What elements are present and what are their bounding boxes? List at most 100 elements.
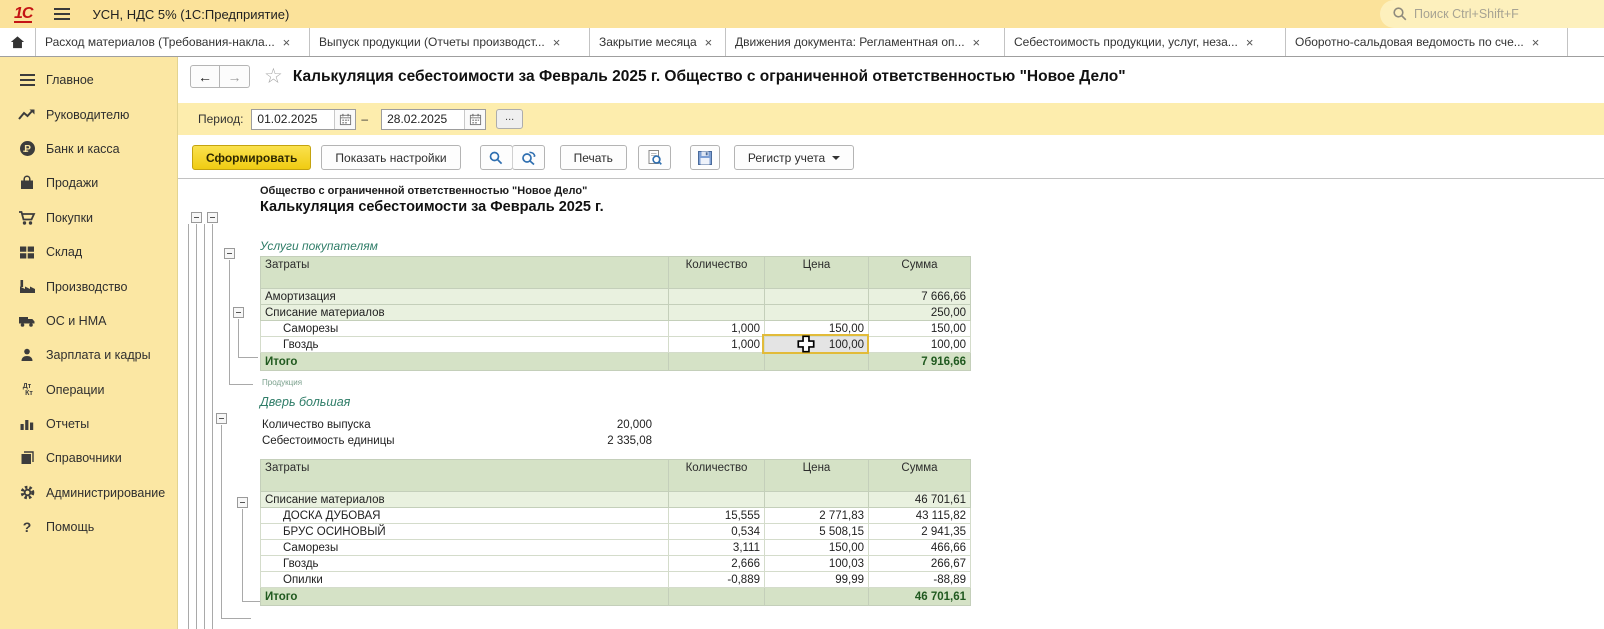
table-row[interactable]: Гвоздь 1,000 100,00 100,00 [261,337,971,353]
group-tree-line [242,509,243,601]
sales-bag-icon [17,174,37,192]
save-button[interactable] [690,145,720,170]
tab-label: Себестоимость продукции, услуг, неза... [1014,35,1238,49]
unit-cost-row: Себестоимость единицы 2 335,08 [262,435,662,447]
close-icon[interactable]: × [1532,35,1540,50]
period-to-input[interactable] [382,110,464,129]
close-icon[interactable]: × [1246,35,1254,50]
search-icon [488,150,504,166]
table-row[interactable]: Списание материалов 46 701,61 [261,492,971,508]
period-to-field[interactable] [381,109,486,130]
forward-button[interactable]: → [220,65,250,88]
tab-rashod-materialov[interactable]: Расход материалов (Требования-накла... × [36,28,310,56]
menu-lines-icon [17,71,37,89]
sidebar-item-zarplata-i-kadry[interactable]: Зарплата и кадры [0,338,177,372]
table-row[interactable]: Амортизация 7 666,66 [261,289,971,305]
svg-text:Р: Р [24,144,31,155]
table-row[interactable]: БРУС ОСИНОВЫЙ 0,534 5 508,15 2 941,35 [261,524,971,540]
period-from-field[interactable] [251,109,356,130]
period-label: Период: [198,112,243,126]
group-collapse-button[interactable] [216,413,227,424]
favorite-star-icon[interactable]: ☆ [264,66,283,87]
global-search-input[interactable]: Поиск Ctrl+Shift+F [1380,0,1604,28]
show-settings-button[interactable]: Показать настройки [321,145,460,170]
tab-label: Выпуск продукции (Отчеты производст... [319,35,545,49]
table-total-row[interactable]: Итого 46 701,61 [261,588,971,606]
table-row[interactable]: Саморезы 3,111 150,00 466,66 [261,540,971,556]
tab-sebestoimost[interactable]: Себестоимость продукции, услуг, неза... … [1005,28,1286,56]
product-cost-table: Затраты Количество Цена Сумма Списание м… [260,459,971,606]
sidebar-item-sklad[interactable]: Склад [0,235,177,269]
trend-chart-icon [17,106,37,124]
close-icon[interactable]: × [705,35,713,50]
find-next-button[interactable] [512,145,545,170]
group-tree-line [188,224,189,629]
print-button[interactable]: Печать [560,145,627,170]
report-company-name: Общество с ограниченной ответственностью… [260,185,587,197]
books-icon [17,449,37,467]
calendar-icon[interactable] [334,110,355,129]
generate-button[interactable]: Сформировать [192,145,311,170]
table-row[interactable]: Саморезы 1,000 150,00 150,00 [261,321,971,337]
table-row[interactable]: ДОСКА ДУБОВАЯ 15,555 2 771,83 43 115,82 [261,508,971,524]
group-collapse-button[interactable] [224,248,235,259]
period-more-button[interactable]: ... [496,109,523,129]
person-icon [17,346,37,364]
chevron-down-icon [832,156,840,160]
sidebar-item-spravochniki[interactable]: Справочники [0,441,177,475]
ruble-circle-icon: Р [17,140,37,158]
register-menu-button[interactable]: Регистр учета [734,145,854,170]
group-tree-line [204,224,205,629]
close-icon[interactable]: × [973,35,981,50]
sidebar-item-prodazhi[interactable]: Продажи [0,166,177,200]
shopping-cart-icon [17,209,37,227]
group-collapse-button[interactable] [237,497,248,508]
group-title-services: Услуги покупателям [260,239,378,253]
sidebar-item-administrirovanie[interactable]: Администрирование [0,476,177,510]
home-tab[interactable] [0,28,36,56]
sidebar-item-glavnoe[interactable]: Главное [0,63,177,97]
tab-label: Расход материалов (Требования-накла... [45,35,275,49]
group-tree-line [221,618,251,619]
table-total-row[interactable]: Итого 7 916,66 [261,353,971,371]
back-button[interactable]: ← [190,65,220,88]
sidebar-item-pokupki[interactable]: Покупки [0,201,177,235]
table-row[interactable]: Списание материалов 250,00 [261,305,971,321]
warehouse-icon [17,243,37,261]
sidebar-item-otchety[interactable]: Отчеты [0,407,177,441]
table-row[interactable]: Гвоздь 2,666 100,03 266,67 [261,556,971,572]
table-row[interactable]: Опилки -0,889 99,99 -88,89 [261,572,971,588]
sidebar-item-pomosch[interactable]: ? Помощь [0,510,177,544]
sidebar-item-operacii[interactable]: ДтКт Операции [0,373,177,407]
tab-zakrytie-mesyaca[interactable]: Закрытие месяца × [590,28,726,56]
group-collapse-button[interactable] [233,307,244,318]
sidebar-item-bank-i-kassa[interactable]: Р Банк и касса [0,132,177,166]
group-tree-line [238,357,258,358]
selected-cell[interactable]: 100,00 [765,337,869,353]
tab-oborotno-saldovaya[interactable]: Оборотно-сальдовая ведомость по сче... × [1286,28,1568,56]
print-preview-button[interactable] [638,145,671,170]
table-header-row: Затраты Количество Цена Сумма [261,257,971,289]
tab-vypusk-produkcii[interactable]: Выпуск продукции (Отчеты производст... × [310,28,590,56]
main-content: ← → ☆ Калькуляция себестоимости за Февра… [178,57,1604,629]
1c-logo-icon: 1С [14,6,32,23]
sidebar-item-proizvodstvo[interactable]: Производство [0,269,177,303]
dt-kt-icon: ДтКт [17,381,37,399]
period-dash: – [361,112,368,126]
calendar-icon[interactable] [464,110,485,129]
tab-dvizheniya-dokumenta[interactable]: Движения документа: Регламентная оп... × [726,28,1005,56]
find-button[interactable] [480,145,513,170]
close-icon[interactable]: × [283,35,291,50]
period-from-input[interactable] [252,110,334,129]
group-tree-line [229,260,230,384]
main-menu-icon[interactable] [54,8,70,20]
group-tree-line [212,224,213,629]
factory-icon [17,278,37,296]
gear-icon [17,484,37,502]
close-icon[interactable]: × [553,35,561,50]
group-collapse-button[interactable] [207,212,218,223]
group-collapse-button[interactable] [191,212,202,223]
sidebar-item-os-i-nma[interactable]: ОС и НМА [0,304,177,338]
group-tree-line [242,601,260,602]
sidebar-item-rukovoditelyu[interactable]: Руководителю [0,97,177,131]
